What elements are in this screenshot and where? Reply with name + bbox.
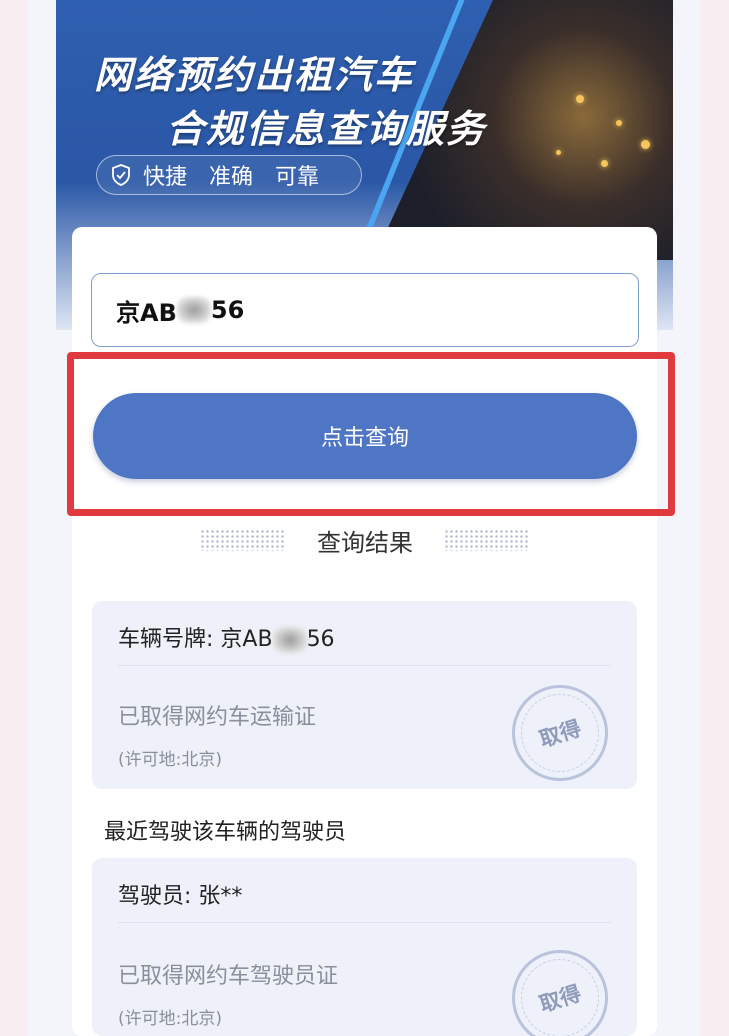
driver-result-card: 驾驶员: 张** 已取得网约车驾驶员证 (许可地:北京) 取得 (92, 858, 637, 1036)
light-dot (601, 160, 608, 167)
obtained-stamp-icon: 取得 (499, 672, 621, 794)
result-section-title: 查询结果 (200, 520, 530, 560)
driver-name: 驾驶员: 张** (118, 884, 243, 909)
divider (118, 665, 611, 666)
banner-title-line1: 网络预约出租汽车 (94, 53, 415, 97)
shield-check-icon (112, 164, 130, 186)
vehicle-license-status: 已取得网约车运输证 (118, 705, 317, 730)
tagline-word: 准确 (209, 165, 254, 190)
driver-license-place: (许可地:北京) (118, 1009, 222, 1029)
redacted-blur (176, 297, 211, 323)
light-dot (616, 120, 622, 126)
vehicle-plate-label: 车辆号牌: 京AB (118, 627, 273, 652)
result-title-label: 查询结果 (317, 528, 413, 557)
banner-title-line2: 合规信息查询服务 (166, 107, 487, 151)
light-dot (576, 95, 584, 103)
vehicle-plate-suffix: 56 (306, 627, 335, 652)
drivers-heading: 最近驾驶该车辆的驾驶员 (104, 820, 347, 845)
plate-number-input[interactable]: 京AB 56 (91, 273, 639, 347)
redacted-blur (272, 627, 307, 653)
light-dot (556, 150, 561, 155)
dots-decoration (200, 529, 286, 551)
highlight-annotation (67, 352, 675, 516)
banner-tagline: 快捷 准确 可靠 (96, 155, 362, 195)
tagline-word: 快捷 (143, 165, 188, 190)
vehicle-plate: 车辆号牌: 京AB 56 (118, 621, 335, 653)
obtained-stamp-icon: 取得 (499, 937, 621, 1036)
vehicle-result-card: 车辆号牌: 京AB 56 已取得网约车运输证 (许可地:北京) 取得 (92, 601, 637, 794)
light-dot (641, 140, 650, 149)
driver-license-status: 已取得网约车驾驶员证 (118, 964, 339, 989)
vehicle-license-place: (许可地:北京) (118, 750, 222, 770)
divider (118, 922, 611, 923)
tagline-word: 可靠 (275, 165, 320, 190)
dots-decoration (444, 529, 530, 551)
plate-suffix: 56 (210, 296, 245, 324)
plate-prefix: 京AB (116, 298, 177, 327)
